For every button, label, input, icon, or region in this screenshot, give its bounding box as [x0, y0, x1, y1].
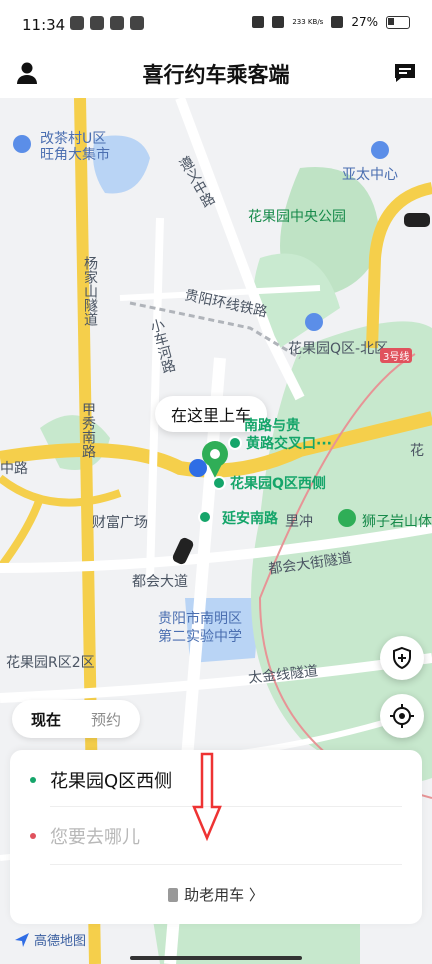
shield-plus-icon: [393, 646, 411, 670]
map-label: 花: [410, 443, 424, 459]
poi-dot: [228, 436, 242, 450]
map-label: 都会大道: [132, 574, 188, 590]
app-bar: 喜行约车乘客端: [0, 50, 432, 98]
map-label: 甲秀南路: [80, 402, 96, 458]
poi-label[interactable]: 延安南路: [222, 508, 278, 528]
home-indicator[interactable]: [130, 956, 302, 960]
destination-input[interactable]: 您要去哪儿: [50, 823, 140, 849]
locate-button[interactable]: [380, 694, 424, 738]
notification-icons: [70, 16, 144, 30]
battery-icon: [386, 15, 410, 29]
ride-mode-toggle: 现在 预约: [12, 700, 140, 738]
map-label: 狮子岩山体: [362, 514, 432, 530]
battery-text: 27%: [351, 15, 378, 29]
map-label: 杨家山隧道: [82, 256, 98, 326]
divider: [50, 806, 402, 807]
attribution-text: 高德地图: [34, 934, 87, 949]
status-right: 233 KB/s 27%: [252, 15, 410, 29]
map-label: 亚太中心: [342, 167, 398, 183]
elder-label: 助老用车 〉: [184, 886, 264, 904]
vibrate-icon: [272, 16, 285, 28]
map-label: 花果园R区2区: [6, 655, 95, 671]
divider: [50, 864, 402, 865]
network-speed: 233 KB/s: [292, 18, 324, 26]
page-title: 喜行约车乘客端: [142, 63, 290, 87]
elder-icon: [168, 888, 179, 902]
map-label: 里冲: [285, 514, 313, 530]
poi-label-top: 南路与贵: [244, 418, 300, 434]
app-icon: [70, 16, 84, 30]
app-icon: [90, 16, 104, 30]
mode-now[interactable]: 现在: [16, 709, 76, 730]
destination-dot: [30, 833, 36, 839]
map-label: 花果园中央公园: [248, 209, 346, 225]
location-icon: [252, 16, 265, 28]
map-label: 财富广场: [92, 515, 148, 531]
status-bar: 11:34 233 KB/s 27%: [0, 0, 432, 50]
red-down-arrow-icon: [192, 752, 222, 842]
map-label: 中路: [0, 461, 28, 477]
poi-dot: [212, 476, 226, 490]
message-icon: [395, 64, 415, 82]
wifi-icon: [331, 16, 344, 28]
map-label: 贵阳市南明区: [158, 611, 242, 627]
elder-assist-link[interactable]: 助老用车 〉: [10, 884, 422, 905]
crosshair-icon: [390, 704, 414, 728]
safety-button[interactable]: [380, 636, 424, 680]
poi-label[interactable]: 黄路交叉口···: [246, 433, 332, 453]
app-icon: [110, 16, 124, 30]
tiktok-icon: [130, 16, 144, 30]
map-label: 花果园Q区-北区: [288, 341, 389, 357]
map-label: 旺角大集市: [40, 147, 110, 163]
poi-label[interactable]: 花果园Q区西侧: [230, 473, 326, 493]
status-time: 11:34: [22, 16, 66, 34]
map-label: 第二实验中学: [158, 629, 242, 645]
message-button[interactable]: [392, 60, 418, 86]
app-root: 11:34 233 KB/s 27% 喜行约车乘客端 改茶村U区 旺角大集市 亚…: [0, 0, 432, 964]
metro-line-label: 3号线: [380, 348, 413, 363]
map-attribution: 高德地图: [14, 930, 86, 949]
amap-logo-icon: [15, 932, 29, 947]
poi-dot: [198, 510, 212, 524]
mode-reserve[interactable]: 预约: [76, 709, 136, 730]
origin-dot: [30, 777, 36, 783]
origin-text: 花果园Q区西侧: [50, 771, 173, 792]
